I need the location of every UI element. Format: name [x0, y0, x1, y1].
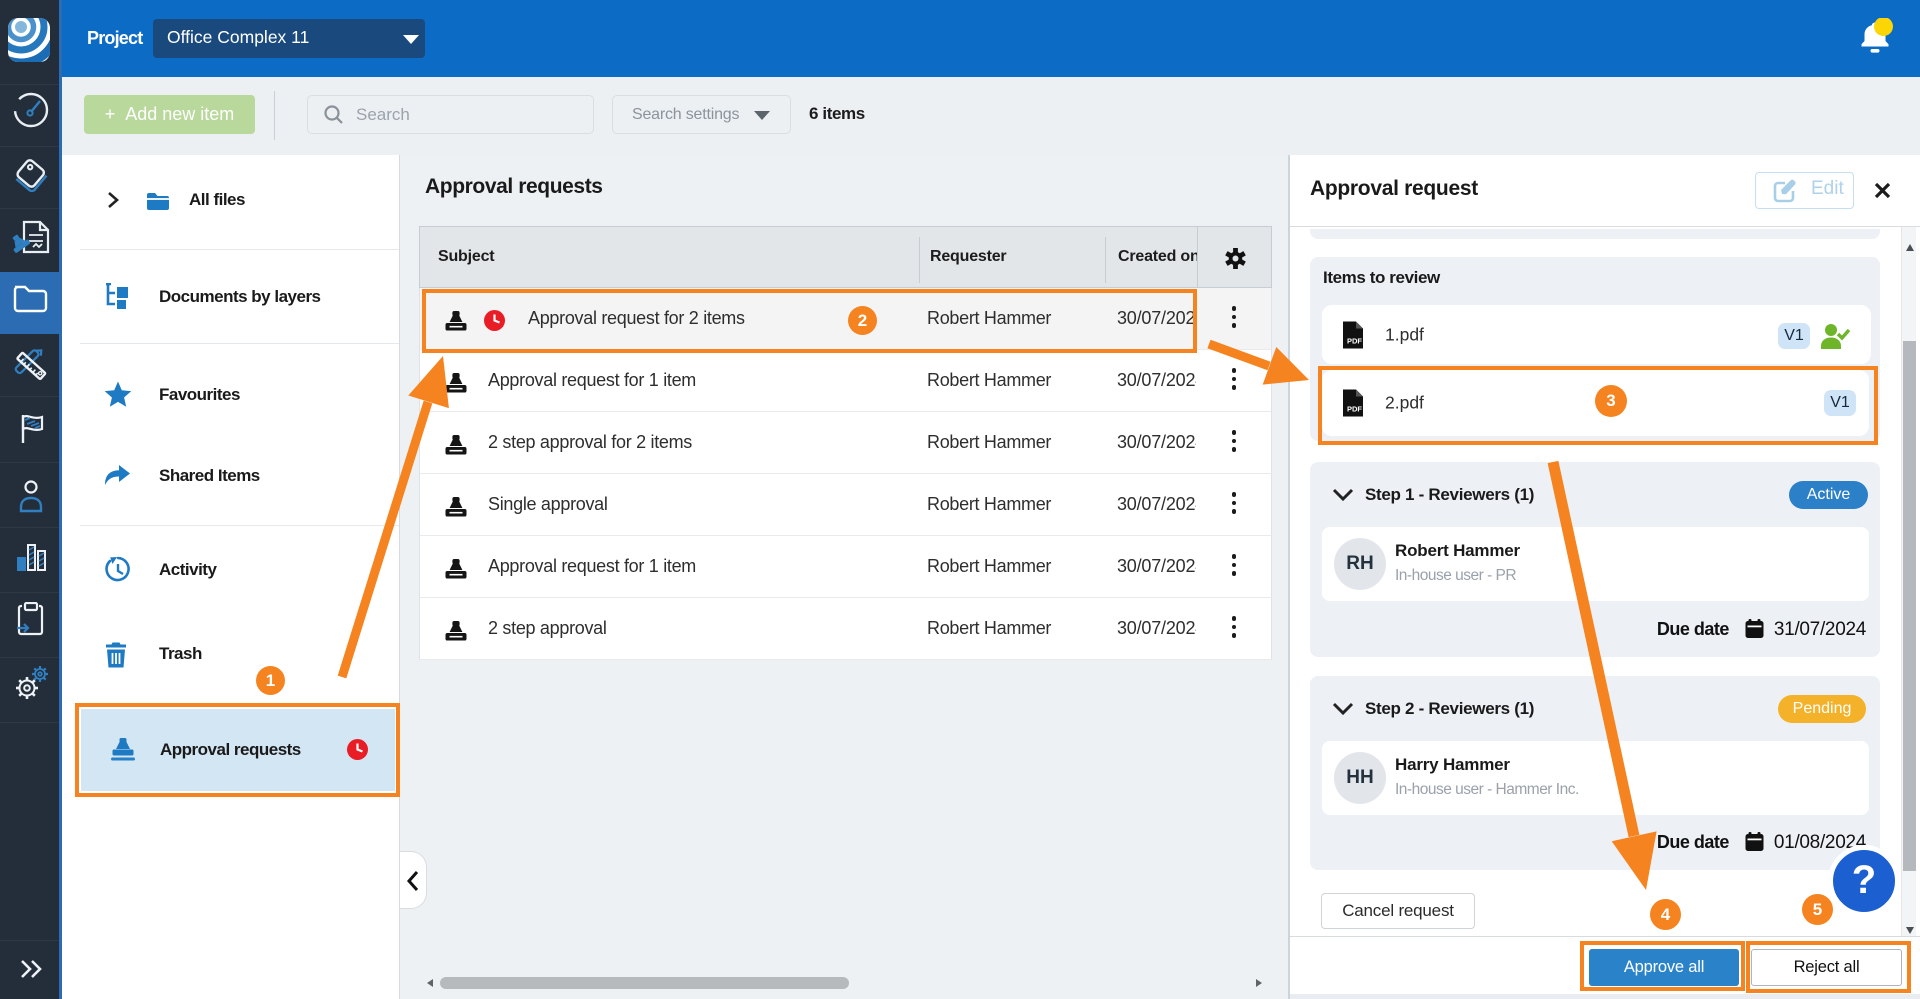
svg-text:PDF: PDF: [1347, 336, 1362, 345]
